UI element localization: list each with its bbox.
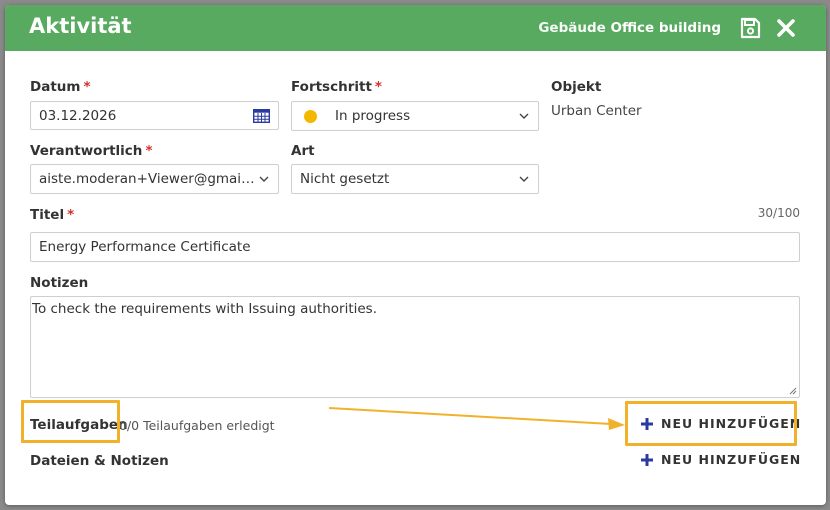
required-marker: * (67, 207, 75, 223)
chevron-down-icon (519, 113, 529, 119)
required-marker: * (145, 143, 153, 159)
building-name: Office building (610, 20, 722, 36)
plus-icon (641, 417, 653, 430)
progress-label: Fortschritt * (291, 79, 382, 95)
type-select[interactable]: Nicht gesetzt (291, 164, 539, 194)
responsible-select[interactable]: aiste.moderan+Viewer@gmail.... (30, 164, 279, 194)
date-label: Datum * (30, 79, 91, 95)
date-label-text: Datum (30, 79, 81, 95)
add-file-note-label: NEU HINZUFÜGEN (661, 452, 802, 467)
progress-value: In progress (335, 108, 411, 124)
dialog-header: Aktivität Gebäude Office building (5, 5, 826, 51)
add-subtask-button[interactable]: NEU HINZUFÜGEN (640, 416, 801, 431)
dialog-title: Aktivität (29, 14, 132, 38)
progress-select[interactable]: In progress (291, 101, 539, 131)
object-label: Objekt (551, 79, 602, 95)
activity-dialog: Aktivität Gebäude Office building Datum *… (5, 5, 826, 505)
close-icon (777, 19, 795, 37)
building-indicator: Gebäude Office building (538, 20, 721, 36)
object-value: Urban Center (551, 103, 642, 119)
add-subtask-label: NEU HINZUFÜGEN (661, 416, 802, 431)
date-input[interactable]: 03.12.2026 (30, 101, 279, 130)
subtasks-label: Teilaufgaben (30, 417, 128, 433)
files-notes-label: Dateien & Notizen (30, 453, 169, 469)
title-char-counter: 30/100 (757, 206, 800, 220)
notes-textarea[interactable]: To check the requirements with Issuing a… (30, 296, 800, 398)
subtasks-progress: 0/0 Teilaufgaben erledigt (119, 418, 275, 433)
required-marker: * (83, 79, 91, 95)
chevron-down-icon (259, 176, 269, 182)
status-dot-icon (304, 109, 317, 123)
notes-label: Notizen (30, 275, 89, 291)
responsible-label: Verantwortlich * (30, 143, 153, 159)
type-label: Art (291, 143, 315, 159)
title-input[interactable]: Energy Performance Certificate (30, 232, 800, 262)
building-prefix: Gebäude (538, 20, 606, 36)
title-value: Energy Performance Certificate (39, 239, 251, 255)
responsible-value: aiste.moderan+Viewer@gmail.... (39, 171, 258, 187)
resize-grip-icon[interactable] (789, 387, 797, 395)
date-value: 03.12.2026 (39, 107, 117, 124)
progress-label-text: Fortschritt (291, 79, 372, 95)
calendar-icon[interactable] (253, 108, 270, 123)
title-label: Titel * (30, 207, 74, 223)
save-button[interactable] (738, 16, 762, 40)
responsible-label-text: Verantwortlich (30, 143, 143, 159)
chevron-down-icon (519, 176, 529, 182)
plus-icon (641, 453, 653, 466)
add-file-note-button[interactable]: NEU HINZUFÜGEN (640, 452, 801, 467)
title-label-text: Titel (30, 207, 65, 223)
required-marker: * (374, 79, 382, 95)
type-value: Nicht gesetzt (300, 171, 390, 187)
close-button[interactable] (774, 16, 798, 40)
save-icon (740, 17, 761, 39)
